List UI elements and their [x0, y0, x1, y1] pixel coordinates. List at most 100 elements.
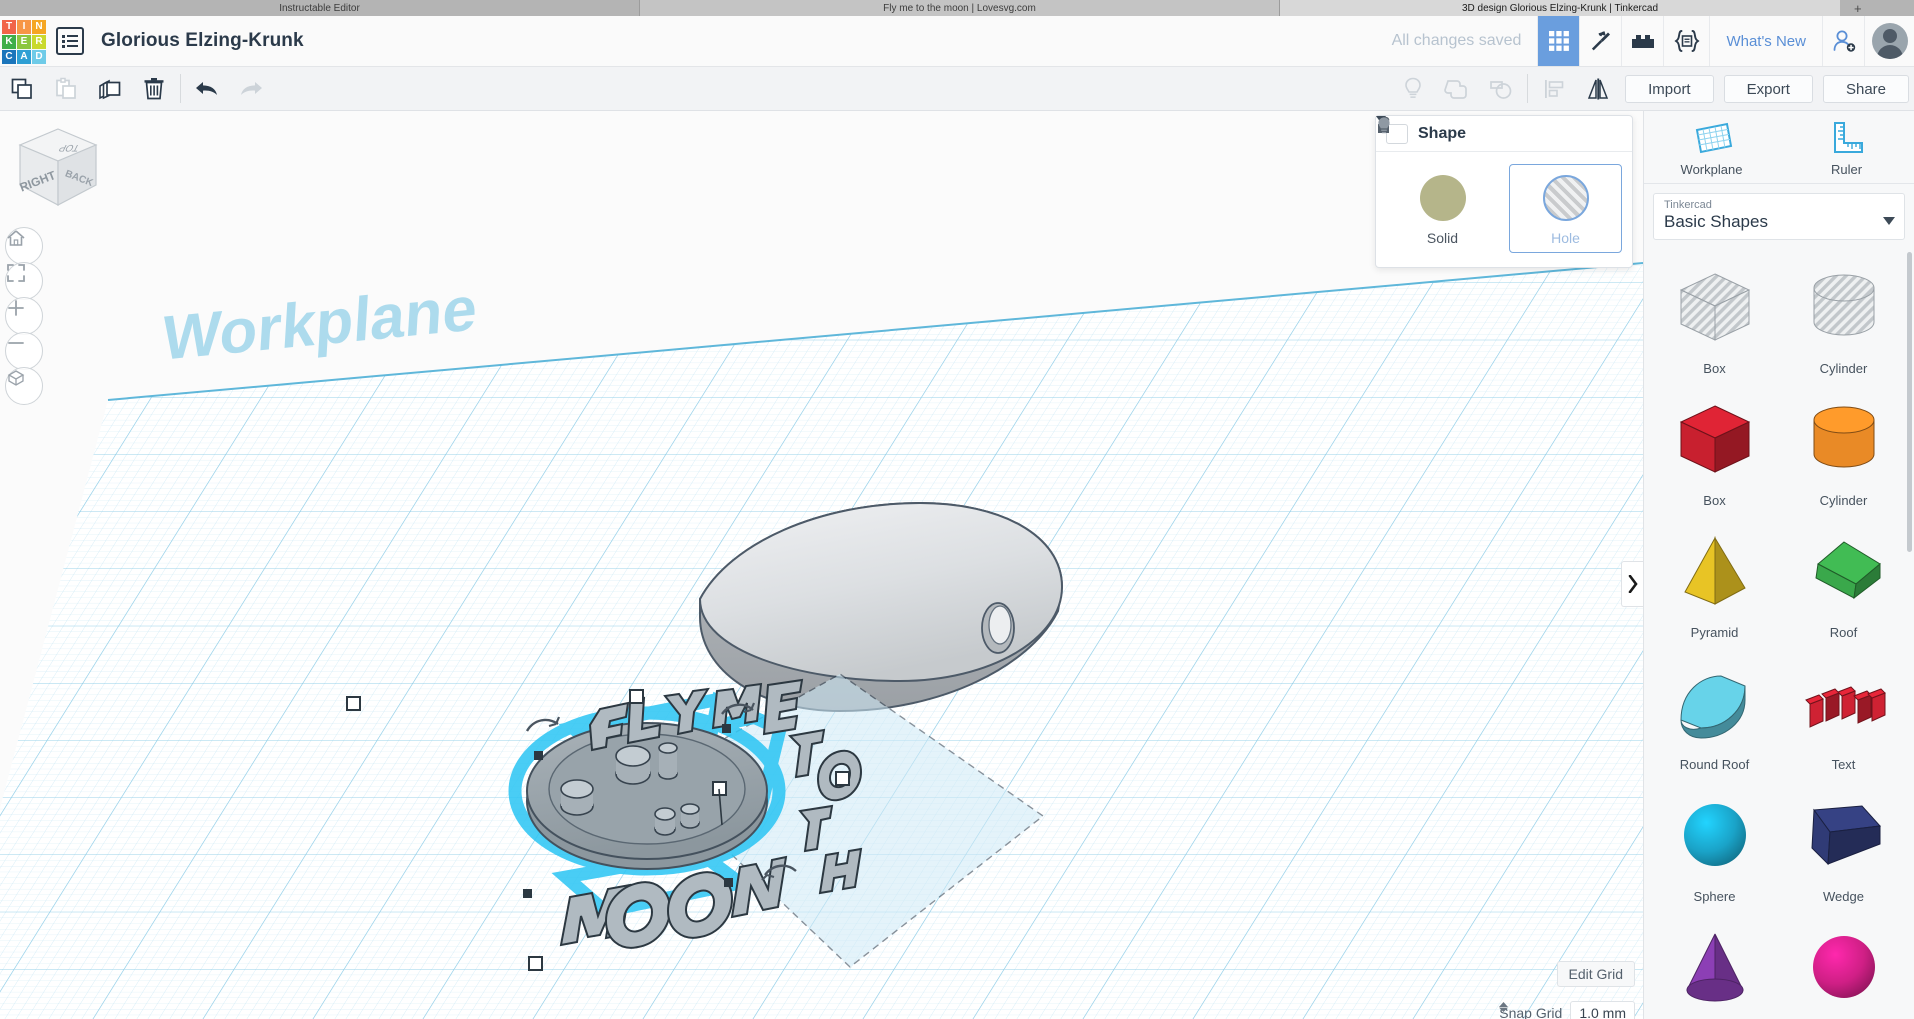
group-button[interactable]: [1435, 67, 1479, 111]
shape-library-select[interactable]: Tinkercad Basic Shapes: [1653, 193, 1905, 240]
stepper-icon: [1499, 1002, 1509, 1012]
redo-button[interactable]: [229, 67, 273, 111]
header-spacer: [304, 16, 1392, 66]
logo-letter-n: N: [32, 19, 46, 34]
ungroup-button[interactable]: [1479, 67, 1523, 111]
browser-tab-3[interactable]: 3D design Glorious Elzing-Krunk | Tinker…: [1280, 0, 1840, 16]
mirror-icon: [1587, 78, 1609, 100]
shape-item-label: Round Roof: [1679, 757, 1750, 772]
sidebar-scrollbar[interactable]: [1907, 252, 1912, 552]
shape-item-roundroof[interactable]: Round Roof: [1650, 646, 1779, 772]
shape-item-hole-cylinder[interactable]: Cylinder: [1779, 250, 1908, 376]
workplane-tool[interactable]: Workplane: [1644, 111, 1779, 183]
paste-button[interactable]: [44, 67, 88, 111]
shape-item-label: Cylinder: [1819, 361, 1868, 376]
new-tab-button[interactable]: +: [1840, 0, 1914, 16]
light-button[interactable]: [1391, 67, 1435, 111]
sidebar-collapse-button[interactable]: [1621, 561, 1643, 607]
blocks-button[interactable]: [1621, 16, 1663, 66]
home-view-button[interactable]: [5, 227, 43, 265]
main-area: Workplane TOP RIGHT BACK Shape Solid Hol…: [0, 111, 1914, 1019]
shape-item-cone[interactable]: Cone: [1650, 910, 1779, 1019]
cone-icon: [1667, 924, 1763, 1015]
zoom-out-button[interactable]: [5, 332, 43, 370]
share-label: Share: [1845, 80, 1886, 98]
snap-grid-row: Snap Grid 1.0 mm: [1499, 1001, 1635, 1019]
edit-grid-row: Edit Grid: [1556, 961, 1635, 987]
lightbulb-icon: [1405, 77, 1421, 98]
shape-item-cylinder[interactable]: Cylinder: [1779, 382, 1908, 508]
browser-tab-2[interactable]: Fly me to the moon | Lovesvg.com: [640, 0, 1280, 16]
sidebar-tools: Workplane Ruler: [1644, 111, 1914, 184]
edit-grid-label: Edit Grid: [1568, 966, 1623, 982]
solid-option[interactable]: Solid: [1386, 164, 1499, 253]
export-button[interactable]: Export: [1723, 75, 1813, 103]
shape-item-pyramid[interactable]: Pyramid: [1650, 514, 1779, 640]
shape-panel-header: Shape: [1376, 116, 1632, 152]
tinkercad-logo[interactable]: TIN KER CAD: [0, 16, 46, 67]
hole-label: Hole: [1551, 230, 1580, 246]
codeblocks-button[interactable]: [1663, 16, 1709, 66]
wedge-icon: [1796, 792, 1892, 883]
edit-grid-button[interactable]: Edit Grid: [1556, 961, 1635, 987]
duplicate-button[interactable]: [88, 67, 132, 111]
share-button[interactable]: Share: [1822, 75, 1909, 103]
pyramid-icon: [1667, 528, 1763, 619]
hole-box-icon: [1667, 264, 1763, 355]
delete-button[interactable]: [132, 67, 176, 111]
mirror-button[interactable]: [1576, 67, 1620, 111]
shape-item-sphere2[interactable]: Sphere: [1779, 910, 1908, 1019]
handle-left: [346, 696, 361, 711]
zoom-in-button[interactable]: [5, 297, 43, 335]
user-avatar-button[interactable]: [1864, 16, 1914, 66]
shape-item-label: Text: [1831, 757, 1856, 772]
import-button[interactable]: Import: [1625, 75, 1714, 103]
browser-tab-3-title: 3D design Glorious Elzing-Krunk | Tinker…: [1461, 2, 1659, 14]
tinker-tool-button[interactable]: [1579, 16, 1621, 66]
grid-view-button[interactable]: [1537, 16, 1580, 66]
logo-letter-i: I: [17, 19, 31, 34]
shape-item-sphere[interactable]: Sphere: [1650, 778, 1779, 904]
round-roof-icon: [1667, 660, 1763, 751]
shape-panel-body: Solid Hole: [1376, 152, 1632, 267]
shape-item-label: Pyramid: [1690, 625, 1739, 640]
redo-arrow-icon: [241, 82, 262, 95]
whats-new-button[interactable]: What's New: [1709, 16, 1822, 66]
3d-viewport[interactable]: Workplane TOP RIGHT BACK Shape Solid Hol…: [0, 111, 1643, 1019]
logo-letter-r: R: [32, 34, 46, 49]
snap-grid-select[interactable]: 1.0 mm: [1499, 1001, 1635, 1019]
browser-tab-1[interactable]: Instructable Editor: [0, 0, 640, 16]
shape-item-wedge[interactable]: Wedge: [1779, 778, 1908, 904]
view-cube[interactable]: TOP RIGHT BACK: [12, 123, 104, 219]
shape-library-grid[interactable]: Box Cylinder Box Cylinder Pyramid Roof Round R…: [1644, 246, 1914, 1019]
shape-item-label: Box: [1703, 493, 1726, 508]
invite-people-button[interactable]: [1822, 16, 1864, 66]
shape-item-hole-box[interactable]: Box: [1650, 250, 1779, 376]
shape-item-roof[interactable]: Roof: [1779, 514, 1908, 640]
design-list-icon[interactable]: [56, 27, 84, 55]
workplane-tool-label: Workplane: [1680, 161, 1743, 177]
codeblocks-icon: [1674, 30, 1700, 52]
toolbar-divider-2: [1527, 74, 1529, 103]
hole-option[interactable]: Hole: [1509, 164, 1622, 253]
align-button[interactable]: [1532, 67, 1576, 111]
page-title: Glorious Elzing-Krunk: [101, 30, 304, 51]
lightbulb-icon: [1378, 117, 1390, 134]
shape-item-box[interactable]: Box: [1650, 382, 1779, 508]
grid-icon: [1548, 31, 1569, 51]
paste-icon: [56, 77, 76, 99]
logo-letter-a: A: [17, 49, 31, 64]
chevron-right-icon: [1628, 575, 1638, 593]
undo-button[interactable]: [185, 67, 229, 111]
ruler-icon: [1833, 121, 1863, 153]
projection-toggle-button[interactable]: [5, 367, 43, 405]
fit-view-button[interactable]: [5, 262, 43, 300]
import-label: Import: [1648, 80, 1691, 98]
copy-button[interactable]: [0, 67, 44, 111]
browser-tabstrip: Instructable Editor Fly me to the moon |…: [0, 0, 1914, 16]
ruler-tool[interactable]: Ruler: [1779, 111, 1914, 183]
shape-item-text[interactable]: Text: [1779, 646, 1908, 772]
workplane-icon: [1695, 122, 1732, 153]
snap-grid-label: Snap Grid: [1499, 1005, 1563, 1019]
shapes-sidebar: Workplane Ruler Tinkercad Basic Shapes B…: [1643, 111, 1914, 1019]
